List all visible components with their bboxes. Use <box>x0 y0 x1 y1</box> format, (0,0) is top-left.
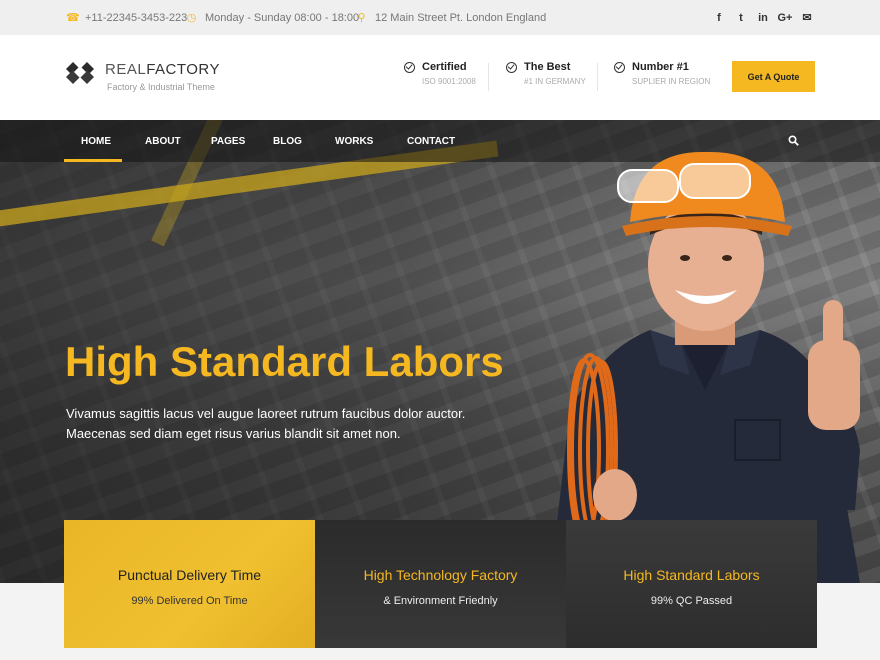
phone-number: +11-22345-3453-223 <box>85 11 188 24</box>
divider <box>597 63 598 91</box>
address-info: ⚲ 12 Main Street Pt. London England <box>356 0 546 35</box>
feature-subtitle: SUPLIER IN REGION <box>632 77 711 86</box>
divider <box>488 63 489 91</box>
active-nav-indicator <box>64 159 122 162</box>
location-pin-icon: ⚲ <box>357 12 366 24</box>
opening-hours: Monday - Sunday 08:00 - 18:00 <box>205 11 360 24</box>
feature-card-delivery[interactable]: Punctual Delivery Time 99% Delivered On … <box>64 520 315 648</box>
card-subtitle: 99% QC Passed <box>650 595 733 607</box>
get-a-quote-button[interactable]: Get A Quote <box>732 61 815 92</box>
worker-photo <box>550 151 860 583</box>
feature-certified: Certified ISO 9001:2008 <box>404 61 476 86</box>
logo-text[interactable]: REALFACTORY <box>105 61 220 78</box>
nav-about[interactable]: ABOUT <box>145 120 181 162</box>
google-plus-icon[interactable]: G+ <box>774 12 796 24</box>
feature-card-technology[interactable]: High Technology Factory & Environment Fr… <box>315 520 566 648</box>
card-title: High Technology Factory <box>363 567 518 583</box>
twitter-icon[interactable]: t <box>730 12 752 24</box>
nav-contact[interactable]: CONTACT <box>407 120 455 162</box>
feature-subtitle: #1 IN GERMANY <box>524 77 586 86</box>
site-header: REALFACTORY Factory & Industrial Theme C… <box>0 35 880 120</box>
check-circle-icon <box>614 61 625 73</box>
feature-subtitle: ISO 9001:2008 <box>422 77 476 86</box>
check-circle-icon <box>404 61 415 73</box>
feature-number-one: Number #1 SUPLIER IN REGION <box>614 61 710 86</box>
nav-home[interactable]: HOME <box>81 120 111 162</box>
feature-title: Number #1 <box>632 61 689 73</box>
nav-blog[interactable]: BLOG <box>273 120 302 162</box>
facebook-icon[interactable]: f <box>708 12 730 24</box>
card-title: Punctual Delivery Time <box>117 567 262 583</box>
card-subtitle: 99% Delivered On Time <box>131 595 248 607</box>
logo-factory: FACTORY <box>146 61 220 78</box>
phone-info: ☎ +11-22345-3453-223 <box>66 0 187 35</box>
email-icon[interactable]: ✉ <box>796 11 818 24</box>
nav-pages[interactable]: PAGES <box>211 120 245 162</box>
hours-info: ◷ Monday - Sunday 08:00 - 18:00 <box>186 0 359 35</box>
card-subtitle: & Environment Friednly <box>383 595 498 607</box>
hero-slider: HOME ABOUT PAGES BLOG WORKS CONTACT High… <box>0 120 880 583</box>
search-icon[interactable] <box>788 135 799 146</box>
social-links: f t in G+ ✉ <box>708 0 818 35</box>
phone-icon: ☎ <box>66 12 80 24</box>
card-title: High Standard Labors <box>623 567 760 583</box>
address: 12 Main Street Pt. London England <box>375 11 547 24</box>
logo-real: REAL <box>105 61 147 78</box>
feature-title: The Best <box>524 61 571 73</box>
linkedin-icon[interactable]: in <box>752 12 774 24</box>
nav-works[interactable]: WORKS <box>335 120 373 162</box>
logo-tagline: Factory & Industrial Theme <box>107 82 215 92</box>
clock-icon: ◷ <box>186 12 197 24</box>
hero-text: Vivamus sagittis lacus vel augue laoreet… <box>66 406 466 441</box>
top-bar: ☎ +11-22345-3453-223 ◷ Monday - Sunday 0… <box>0 0 880 35</box>
logo-icon[interactable] <box>64 60 96 86</box>
hero-title: High Standard Labors <box>65 338 504 385</box>
feature-card-labors[interactable]: High Standard Labors 99% QC Passed <box>566 520 817 648</box>
check-circle-icon <box>506 61 517 73</box>
feature-the-best: The Best #1 IN GERMANY <box>506 61 586 86</box>
feature-title: Certified <box>422 61 467 73</box>
